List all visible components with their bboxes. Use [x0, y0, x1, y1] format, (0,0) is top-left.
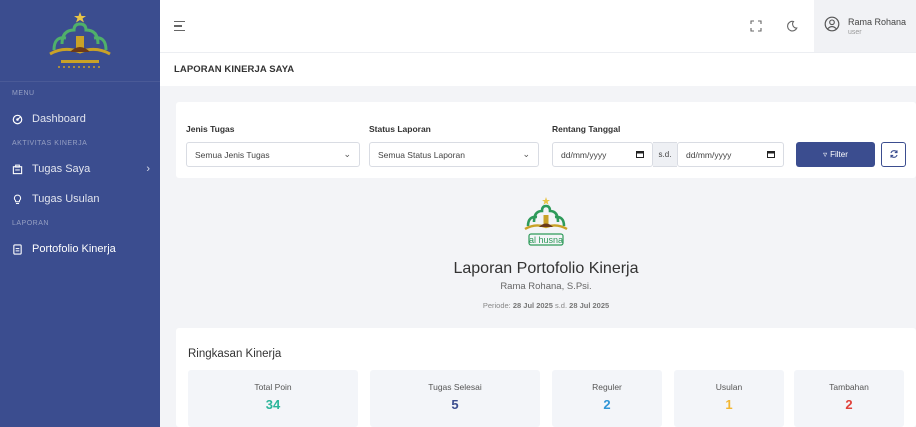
stat-value: 2 — [845, 397, 853, 412]
stat-usulan: Usulan 1 — [674, 370, 784, 427]
fullscreen-icon[interactable] — [742, 12, 770, 40]
report-period: Periode: 28 Jul 2025 s.d. 28 Jul 2025 — [176, 301, 916, 310]
stat-value: 34 — [265, 397, 281, 412]
sidebar-item-label: Tugas Usulan — [32, 193, 100, 205]
stat-total-poin: Total Poin 34 — [188, 370, 358, 427]
user-menu[interactable]: Rama Rohana user — [814, 0, 916, 52]
date-separator: s.d. — [653, 142, 677, 167]
chevron-right-icon: › — [146, 163, 150, 175]
date-to-placeholder: dd/mm/yyyy — [686, 149, 732, 160]
date-from-placeholder: dd/mm/yyyy — [561, 149, 607, 160]
sidebar-item-tugas-usulan[interactable]: Tugas Usulan — [0, 184, 160, 214]
dashboard-icon — [10, 112, 24, 126]
stat-value: 5 — [451, 397, 459, 412]
stat-value: 1 — [725, 397, 733, 412]
calendar-icon[interactable] — [767, 150, 775, 160]
status-laporan-value: Semua Status Laporan — [378, 149, 465, 160]
section-laporan: LAPORAN — [12, 220, 49, 227]
chevron-down-icon: ⌄ — [343, 149, 351, 159]
topbar: Rama Rohana user — [160, 0, 916, 52]
period-separator: s.d. — [554, 301, 568, 310]
al-husna-logo — [49, 11, 111, 68]
reset-button[interactable] — [881, 142, 906, 167]
sidebar-item-label: Portofolio Kinerja — [32, 243, 116, 255]
document-icon — [10, 242, 24, 256]
stat-label: Reguler — [592, 382, 622, 392]
summary-card: Ringkasan Kinerja Total Poin 34 Tugas Se… — [176, 328, 916, 427]
sidebar-logo[interactable] — [0, 0, 160, 82]
stat-tugas-selesai: Tugas Selesai 5 — [370, 370, 540, 427]
filter-button-label: Filter — [830, 150, 848, 159]
tasks-icon — [10, 162, 24, 176]
jenis-tugas-label: Jenis Tugas — [186, 124, 235, 134]
sidebar-item-portofolio-kinerja[interactable]: Portofolio Kinerja — [0, 234, 160, 264]
date-to-input[interactable]: dd/mm/yyyy — [677, 142, 784, 167]
sidebar-item-label: Tugas Saya — [32, 163, 91, 175]
calendar-icon[interactable] — [636, 150, 644, 160]
stat-label: Usulan — [715, 382, 743, 392]
period-to: 28 Jul 2025 — [569, 301, 610, 310]
jenis-tugas-select[interactable]: Semua Jenis Tugas ⌄ — [186, 142, 360, 167]
period-prefix: Periode: — [482, 301, 511, 310]
hamburger-icon[interactable] — [174, 19, 188, 33]
date-from-input[interactable]: dd/mm/yyyy — [552, 142, 653, 167]
user-icon — [824, 16, 840, 37]
stat-label: Tugas Selesai — [428, 382, 482, 392]
summary-title: Ringkasan Kinerja — [188, 348, 282, 360]
section-menu: MENU — [12, 90, 35, 97]
sidebar-item-dashboard[interactable]: Dashboard — [0, 104, 160, 134]
stat-value: 2 — [603, 397, 611, 412]
status-laporan-label: Status Laporan — [369, 124, 431, 134]
filter-button[interactable]: ▿ Filter — [796, 142, 875, 167]
sidebar: MENU Dashboard AKTIVITAS KINERJA Tugas S… — [0, 0, 160, 427]
section-aktivitas: AKTIVITAS KINERJA — [12, 140, 88, 147]
stat-tambahan: Tambahan 2 — [794, 370, 904, 427]
filter-icon: ▿ — [823, 150, 828, 159]
sidebar-item-label: Dashboard — [32, 113, 86, 125]
refresh-icon — [889, 146, 899, 164]
report-employee-name: Rama Rohana, S.Psi. — [500, 281, 592, 292]
user-name: Rama Rohana — [848, 16, 907, 27]
dark-mode-icon[interactable] — [778, 12, 806, 40]
page-header: LAPORAN KINERJA SAYA — [160, 52, 916, 86]
jenis-tugas-value: Semua Jenis Tugas — [195, 149, 270, 160]
lightbulb-icon — [10, 192, 24, 206]
stat-label: Total Poin — [254, 382, 292, 392]
chevron-down-icon: ⌄ — [522, 149, 530, 159]
period-from: 28 Jul 2025 — [512, 301, 553, 310]
rentang-tanggal-label: Rentang Tanggal — [552, 124, 621, 134]
report-title: Laporan Portofolio Kinerja — [453, 260, 639, 277]
page-title: LAPORAN KINERJA SAYA — [174, 64, 295, 75]
report-header: al husna Laporan Portofolio Kinerja Rama… — [176, 178, 916, 326]
filter-card: Jenis Tugas Semua Jenis Tugas ⌄ Status L… — [176, 102, 916, 178]
logo-text: al husna — [529, 235, 563, 245]
al-husna-logo: al husna — [524, 197, 568, 246]
sidebar-item-tugas-saya[interactable]: Tugas Saya › — [0, 154, 160, 184]
status-laporan-select[interactable]: Semua Status Laporan ⌄ — [369, 142, 539, 167]
user-role: user — [848, 28, 862, 36]
stat-label: Tambahan — [829, 382, 869, 392]
stat-reguler: Reguler 2 — [552, 370, 662, 427]
